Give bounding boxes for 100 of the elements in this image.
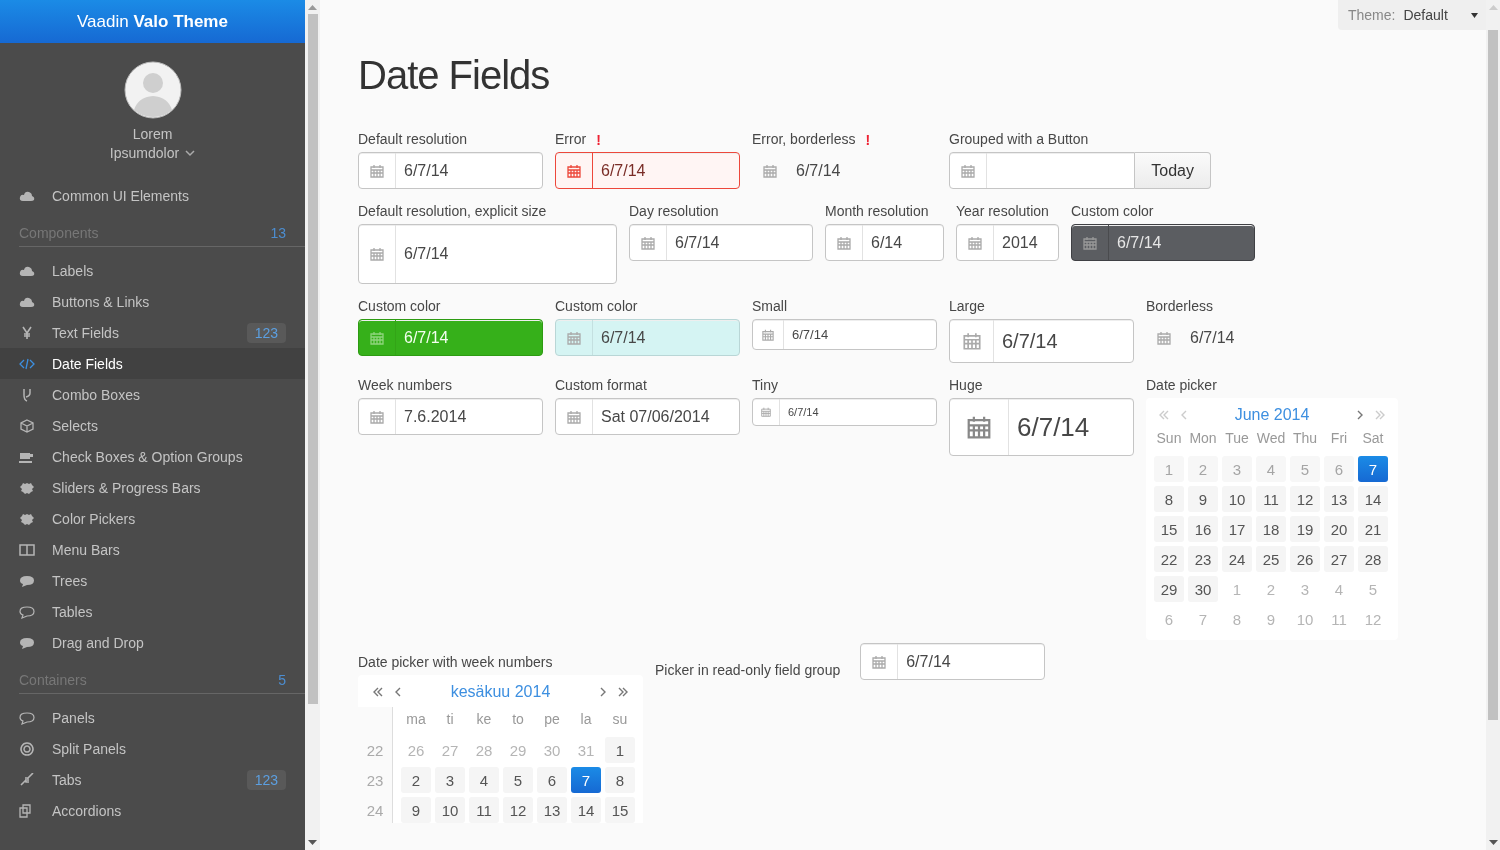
date-field[interactable]: 7.6.2014 xyxy=(358,398,543,435)
calendar-day[interactable]: 15 xyxy=(605,797,635,823)
date-field[interactable]: 6/14 xyxy=(825,224,944,261)
chevron-right-icon[interactable] xyxy=(1356,409,1364,421)
calendar-day[interactable]: 14 xyxy=(1358,486,1388,512)
user-last-name[interactable]: Ipsumdolor xyxy=(109,144,180,163)
chevron-down-icon[interactable] xyxy=(185,150,196,157)
calendar-day[interactable]: 12 xyxy=(1290,486,1320,512)
scroll-down-icon[interactable] xyxy=(308,840,317,846)
scroll-down-icon[interactable] xyxy=(1488,840,1498,846)
menu-item[interactable]: Common UI Elements xyxy=(0,180,305,211)
menu-item[interactable]: Check Boxes & Option Groups xyxy=(0,441,305,472)
date-field[interactable]: 6/7/14 xyxy=(752,152,937,189)
scrollbar[interactable] xyxy=(305,0,320,850)
date-field[interactable]: 6/7/14 xyxy=(555,152,740,189)
menu-item[interactable]: Accordions xyxy=(0,795,305,826)
calendar-day[interactable]: 17 xyxy=(1222,516,1252,542)
calendar-day[interactable]: 28 xyxy=(1358,546,1388,572)
calendar-day[interactable]: 21 xyxy=(1358,516,1388,542)
menu-item[interactable]: Menu Bars xyxy=(0,534,305,565)
calendar-day[interactable]: 18 xyxy=(1256,516,1286,542)
menu-item[interactable]: Date Fields xyxy=(0,348,305,379)
calendar-day[interactable]: 9 xyxy=(1188,486,1218,512)
calendar-day[interactable]: 3 xyxy=(435,767,465,793)
calendar-day[interactable]: 4 xyxy=(469,767,499,793)
calendar-day[interactable]: 1 xyxy=(605,737,635,763)
calendar-day[interactable]: 11 xyxy=(1256,486,1286,512)
menu-item[interactable]: Panels xyxy=(0,702,305,733)
menu-item[interactable]: Trees xyxy=(0,565,305,596)
count-badge: 123 xyxy=(246,769,286,790)
date-field[interactable]: 6/7/14 xyxy=(358,152,543,189)
calendar-icon xyxy=(1157,330,1171,345)
date-field[interactable]: 6/7/14 xyxy=(358,224,617,284)
calendar-day[interactable]: 19 xyxy=(1290,516,1320,542)
calendar-day[interactable]: 24 xyxy=(1222,546,1252,572)
calendar-day[interactable]: 26 xyxy=(1290,546,1320,572)
calendar-day[interactable]: 29 xyxy=(1154,576,1184,602)
calendar-day[interactable]: 22 xyxy=(1154,546,1184,572)
menu-item[interactable]: Tabs 123 xyxy=(0,764,305,795)
calendar-day[interactable]: 8 xyxy=(605,767,635,793)
today-button[interactable]: Today xyxy=(1135,152,1211,189)
calendar-icon xyxy=(761,407,771,417)
date-field[interactable] xyxy=(949,152,1136,189)
date-field[interactable]: 6/7/14 xyxy=(1146,319,1331,356)
calendar-day[interactable]: 8 xyxy=(1154,486,1184,512)
menu-item[interactable]: Tables xyxy=(0,596,305,627)
calendar-day[interactable]: 10 xyxy=(1222,486,1252,512)
field-label: Picker in read-only field group xyxy=(655,661,841,680)
calendar-day[interactable]: 27 xyxy=(1324,546,1354,572)
weekday-label: Tue xyxy=(1224,430,1250,448)
date-field[interactable]: 6/7/14 xyxy=(555,319,740,356)
calendar-day[interactable]: 6 xyxy=(537,767,567,793)
calendar-icon xyxy=(872,654,887,669)
date-field[interactable]: 6/7/14 xyxy=(752,319,937,350)
menu-item[interactable]: Sliders & Progress Bars xyxy=(0,472,305,503)
calendar-day[interactable]: 25 xyxy=(1256,546,1286,572)
scroll-up-icon[interactable] xyxy=(308,4,317,10)
date-field[interactable]: 6/7/14 xyxy=(860,643,1046,680)
menu-item[interactable]: Selects xyxy=(0,410,305,441)
calendar-day[interactable]: 9 xyxy=(401,797,431,823)
menu-item[interactable]: Split Panels xyxy=(0,733,305,764)
calendar-day[interactable]: 14 xyxy=(571,797,601,823)
date-field[interactable]: 6/7/14 xyxy=(949,398,1134,456)
date-field[interactable]: 6/7/14 xyxy=(752,398,937,426)
field-label: Borderless xyxy=(1146,297,1213,316)
date-field[interactable]: 6/7/14 xyxy=(1071,224,1255,261)
error-indicator: ! xyxy=(596,131,601,150)
avatar-icon[interactable] xyxy=(123,61,182,119)
menu-item[interactable]: Text Fields 123 xyxy=(0,317,305,348)
calendar-day[interactable]: 7 xyxy=(1358,456,1388,482)
calendar-day[interactable]: 15 xyxy=(1154,516,1184,542)
scrollbar[interactable] xyxy=(1486,0,1500,850)
double-chevron-right-icon[interactable] xyxy=(617,686,629,698)
field-label: Custom color xyxy=(555,297,638,316)
menu-item[interactable]: Combo Boxes xyxy=(0,379,305,410)
calendar-day[interactable]: 16 xyxy=(1188,516,1218,542)
double-chevron-left-icon[interactable] xyxy=(372,686,384,698)
menu-item[interactable]: Buttons & Links xyxy=(0,286,305,317)
calendar-day[interactable]: 7 xyxy=(571,767,601,793)
chevron-left-icon[interactable] xyxy=(394,686,402,698)
calendar-day[interactable]: 2 xyxy=(401,767,431,793)
menu-item[interactable]: Labels xyxy=(0,255,305,286)
calendar-day[interactable]: 13 xyxy=(537,797,567,823)
calendar-day[interactable]: 11 xyxy=(469,797,499,823)
calendar-day[interactable]: 20 xyxy=(1324,516,1354,542)
theme-select[interactable]: Theme: Default xyxy=(1338,0,1486,30)
menu-item[interactable]: Color Pickers xyxy=(0,503,305,534)
date-field[interactable]: 6/7/14 xyxy=(949,319,1134,363)
calendar-day[interactable]: 13 xyxy=(1324,486,1354,512)
calendar-day[interactable]: 10 xyxy=(435,797,465,823)
caret-icon xyxy=(1471,12,1478,18)
calendar-day[interactable]: 30 xyxy=(1188,576,1218,602)
chevron-right-icon[interactable] xyxy=(599,686,607,698)
menu-item[interactable]: Drag and Drop xyxy=(0,627,305,658)
calendar-day[interactable]: 12 xyxy=(503,797,533,823)
date-field[interactable]: 2014 xyxy=(956,224,1059,261)
date-field[interactable]: Sat 07/06/2014 xyxy=(555,398,740,435)
calendar-day[interactable]: 23 xyxy=(1188,546,1218,572)
date-field[interactable]: 6/7/14 xyxy=(629,224,813,261)
calendar-day[interactable]: 5 xyxy=(503,767,533,793)
